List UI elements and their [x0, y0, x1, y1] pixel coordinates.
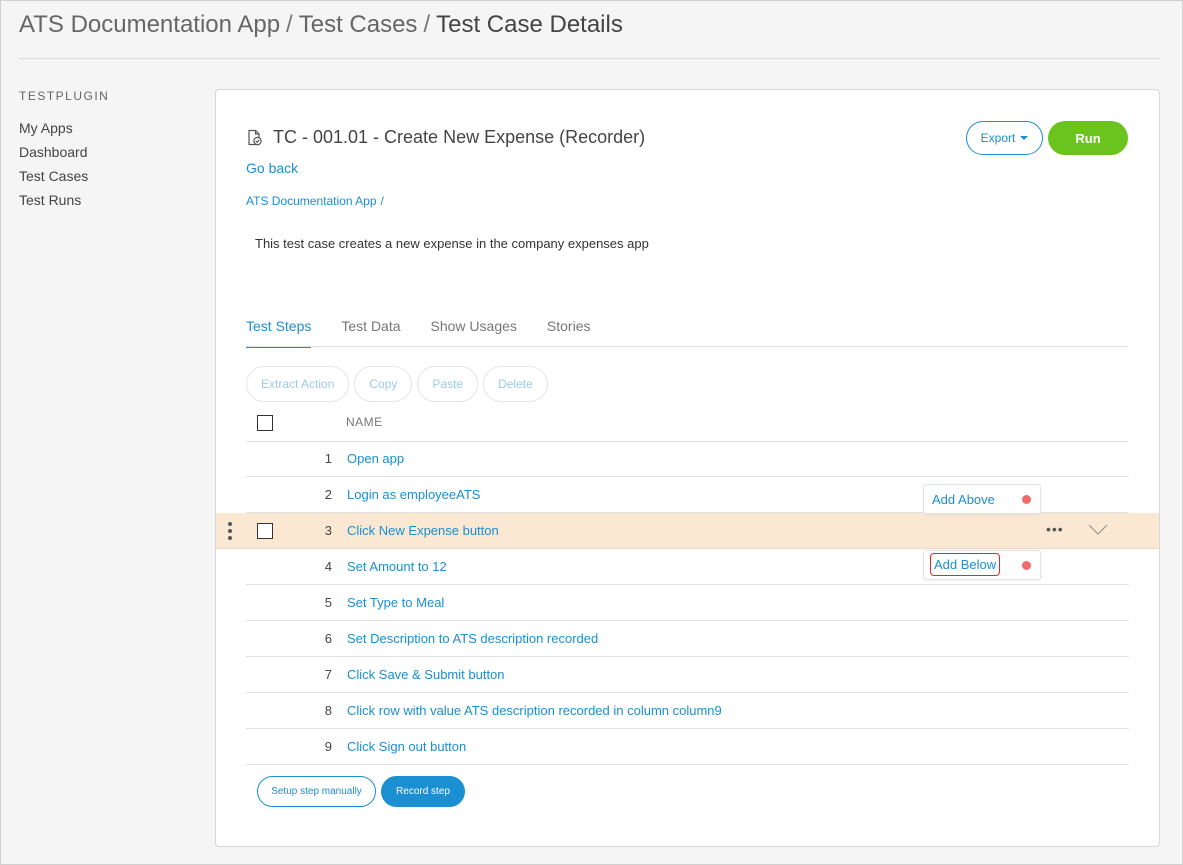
test-case-title-text: TC - 001.01 - Create New Expense (Record… [273, 127, 646, 147]
step-name[interactable]: Click row with value ATS description rec… [347, 703, 722, 718]
add-above-popover: Add Above [923, 484, 1041, 514]
step-number: 7 [324, 667, 332, 682]
tabs: Test Steps Test Data Show Usages Stories [246, 318, 620, 348]
add-above-button[interactable]: Add Above [932, 492, 995, 507]
step-name[interactable]: Open app [347, 451, 404, 466]
copy-button[interactable]: Copy [354, 366, 413, 402]
more-options-icon[interactable]: ••• [1046, 521, 1064, 537]
sidebar-title: TESTPLUGIN [19, 89, 110, 103]
record-dot-icon[interactable] [1022, 561, 1031, 570]
step-number: 2 [324, 487, 332, 502]
breadcrumb-separator: / [423, 11, 431, 38]
table-row[interactable]: 1 Open app [216, 441, 1159, 477]
step-name[interactable]: Set Amount to 12 [347, 559, 447, 574]
caret-down-icon [1020, 136, 1029, 140]
select-all-checkbox[interactable] [257, 415, 273, 431]
table-header: NAME [246, 406, 1128, 442]
paste-button[interactable]: Paste [417, 366, 479, 402]
table-row[interactable]: 6 Set Description to ATS description rec… [216, 621, 1159, 657]
drag-handle-icon[interactable] [228, 522, 232, 540]
breadcrumb-app[interactable]: ATS Documentation App [19, 11, 280, 38]
test-case-description: This test case creates a new expense in … [255, 236, 649, 251]
row-divider [246, 764, 1129, 765]
add-below-popover: Add Below [923, 550, 1041, 580]
sidebar: TESTPLUGIN My Apps Dashboard Test Cases … [19, 89, 109, 212]
tab-test-data[interactable]: Test Data [341, 318, 400, 348]
step-number: 1 [324, 451, 332, 466]
breadcrumb-separator: / [286, 11, 293, 38]
record-step-button[interactable]: Record step [381, 776, 465, 807]
step-name[interactable]: Set Type to Meal [347, 595, 444, 610]
extract-action-button[interactable]: Extract Action [246, 366, 350, 402]
step-name[interactable]: Set Description to ATS description recor… [347, 631, 598, 646]
delete-button[interactable]: Delete [483, 366, 548, 402]
page-breadcrumb: ATS Documentation App / Test Cases / Test Ca… [19, 11, 623, 39]
header-divider [19, 58, 1160, 59]
tabs-divider [246, 346, 1128, 347]
step-actions: Extract Action Copy Paste Delete [246, 366, 553, 402]
app-breadcrumb-separator: / [380, 194, 384, 208]
chevron-down-icon[interactable] [1088, 524, 1108, 536]
step-number: 3 [324, 523, 332, 538]
app-breadcrumb: ATS Documentation App / [246, 194, 384, 208]
setup-step-manually-button[interactable]: Setup step manually [257, 776, 376, 807]
step-name[interactable]: Click New Expense button [347, 523, 499, 538]
export-button[interactable]: Export [966, 121, 1043, 155]
step-name[interactable]: Click Save & Submit button [347, 667, 505, 682]
table-row-highlighted[interactable]: 3 Click New Expense button ••• [216, 513, 1159, 549]
sidebar-item-dashboard[interactable]: Dashboard [19, 140, 109, 164]
go-back-link[interactable]: Go back [246, 160, 298, 176]
row-checkbox[interactable] [257, 523, 273, 539]
column-name-header: NAME [346, 415, 383, 429]
table-row[interactable]: 7 Click Save & Submit button [216, 657, 1159, 693]
step-number: 5 [324, 595, 332, 610]
table-row[interactable]: 9 Click Sign out button [216, 729, 1159, 765]
step-number: 4 [324, 559, 332, 574]
run-button[interactable]: Run [1048, 121, 1128, 155]
tab-test-steps[interactable]: Test Steps [246, 318, 312, 348]
test-case-card: TC - 001.01 - Create New Expense (Record… [215, 89, 1160, 847]
step-name[interactable]: Click Sign out button [347, 739, 466, 754]
step-name[interactable]: Login as employeeATS [347, 487, 480, 502]
step-number: 6 [324, 631, 332, 646]
table-row[interactable]: 5 Set Type to Meal [216, 585, 1159, 621]
test-case-doc-icon [248, 129, 262, 146]
test-case-title: TC - 001.01 - Create New Expense (Record… [246, 127, 645, 148]
add-below-button[interactable]: Add Below [930, 553, 1001, 576]
step-number: 8 [324, 703, 332, 718]
tab-stories[interactable]: Stories [547, 318, 591, 348]
breadcrumb-test-cases[interactable]: Test Cases [299, 11, 418, 38]
sidebar-item-test-runs[interactable]: Test Runs [19, 188, 109, 212]
sidebar-item-test-cases[interactable]: Test Cases [19, 164, 109, 188]
record-dot-icon[interactable] [1022, 495, 1031, 504]
export-label: Export [980, 131, 1016, 145]
tab-show-usages[interactable]: Show Usages [431, 318, 517, 348]
breadcrumb-current: Test Case Details [436, 11, 623, 38]
step-number: 9 [324, 739, 332, 754]
table-row[interactable]: 8 Click row with value ATS description r… [216, 693, 1159, 729]
sidebar-item-my-apps[interactable]: My Apps [19, 116, 109, 140]
app-breadcrumb-link[interactable]: ATS Documentation App [246, 194, 377, 208]
